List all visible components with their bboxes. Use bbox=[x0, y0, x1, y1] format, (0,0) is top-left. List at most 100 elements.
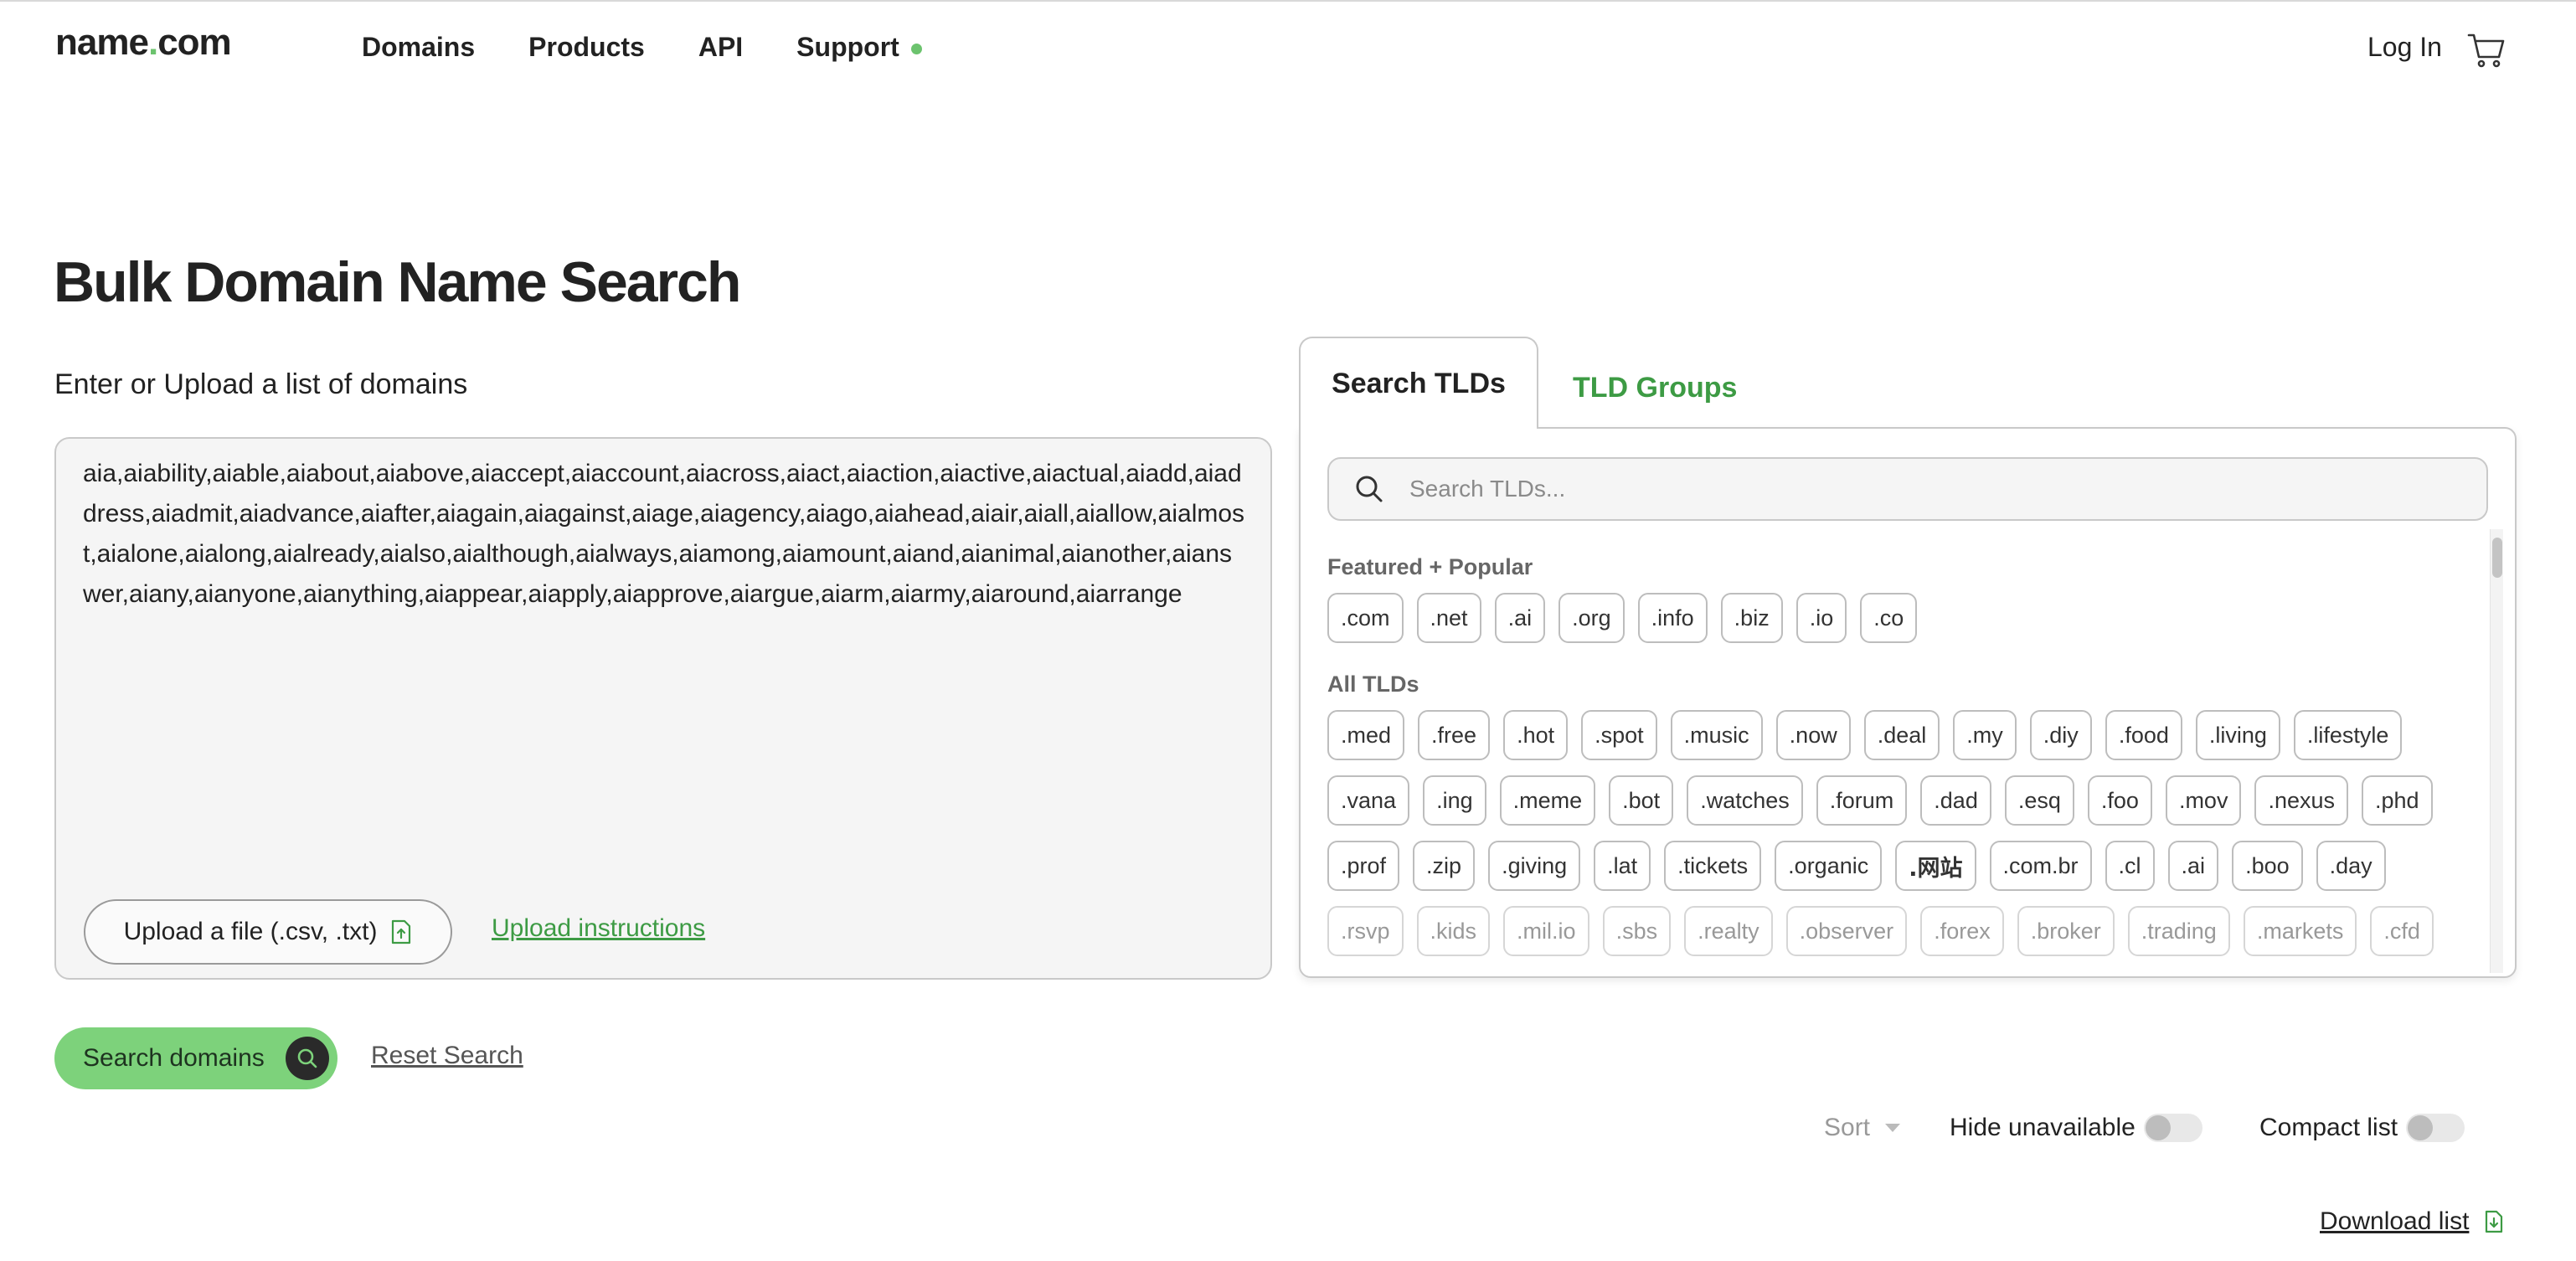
download-icon bbox=[2486, 1210, 2503, 1233]
tld-search-input[interactable] bbox=[1409, 476, 2414, 502]
tld-chip[interactable]: .trading bbox=[2127, 906, 2230, 956]
sort-dropdown[interactable]: Sort bbox=[1824, 1114, 1901, 1142]
tld-chip[interactable]: .kids bbox=[1416, 906, 1491, 956]
upload-icon bbox=[392, 919, 411, 944]
tld-chip[interactable]: .deal bbox=[1863, 710, 1940, 760]
tld-chip[interactable]: .markets bbox=[2243, 906, 2357, 956]
domain-list-text[interactable]: aia,aiability,aiable,aiabout,aiabove,aia… bbox=[83, 454, 1249, 615]
all-tlds-label: All TLDs bbox=[1327, 672, 1419, 697]
tld-chip[interactable]: .bot bbox=[1609, 775, 1674, 826]
tld-chip[interactable]: .io bbox=[1795, 593, 1847, 643]
tld-chip[interactable]: .realty bbox=[1684, 906, 1773, 956]
tld-chip[interactable]: .watches bbox=[1687, 775, 1803, 826]
tld-chip[interactable]: .ai bbox=[2167, 841, 2219, 891]
nav-domains[interactable]: Domains bbox=[362, 32, 475, 63]
compact-list-label: Compact list bbox=[2259, 1114, 2398, 1141]
tld-chip[interactable]: .ing bbox=[1423, 775, 1486, 826]
chevron-down-icon bbox=[1885, 1124, 1901, 1132]
tld-chip[interactable]: .diy bbox=[2029, 710, 2092, 760]
page-title: Bulk Domain Name Search bbox=[54, 250, 741, 314]
tld-chip[interactable]: .sbs bbox=[1602, 906, 1672, 956]
reset-search-link[interactable]: Reset Search bbox=[371, 1042, 523, 1070]
tld-chip[interactable]: .info bbox=[1637, 593, 1708, 643]
compact-list-toggle[interactable] bbox=[2406, 1114, 2465, 1142]
download-list-link[interactable]: Download list bbox=[2320, 1207, 2504, 1236]
tld-chip[interactable]: .网站 bbox=[1895, 841, 1976, 891]
hide-unavailable-toggle[interactable] bbox=[2143, 1114, 2202, 1142]
tld-chip[interactable]: .prof bbox=[1327, 841, 1400, 891]
tab-search-tlds[interactable]: Search TLDs bbox=[1299, 337, 1538, 429]
search-domains-label: Search domains bbox=[83, 1044, 265, 1072]
tld-chip[interactable]: .org bbox=[1558, 593, 1625, 643]
nav-support[interactable]: Support bbox=[796, 32, 922, 63]
tld-chip[interactable]: .food bbox=[2105, 710, 2182, 760]
toggle-knob bbox=[2408, 1115, 2434, 1140]
tld-chip[interactable]: .free bbox=[1418, 710, 1491, 760]
search-icon bbox=[1356, 476, 1383, 502]
tld-chip[interactable]: .mil.io bbox=[1503, 906, 1589, 956]
toggle-knob bbox=[2145, 1115, 2171, 1140]
tld-chip[interactable]: .living bbox=[2195, 710, 2280, 760]
scrollbar-thumb[interactable] bbox=[2492, 538, 2502, 578]
tld-chip[interactable]: .co bbox=[1860, 593, 1918, 643]
tld-chip[interactable]: .hot bbox=[1503, 710, 1569, 760]
domain-input-label: Enter or Upload a list of domains bbox=[54, 368, 468, 400]
tld-list-scrollbar[interactable] bbox=[2490, 529, 2503, 973]
upload-file-label: Upload a file (.csv, .txt) bbox=[123, 918, 378, 945]
tld-chip[interactable]: .vana bbox=[1327, 775, 1410, 826]
tld-chip[interactable]: .com.br bbox=[1989, 841, 2092, 891]
compact-list-control: Compact list bbox=[2259, 1114, 2465, 1142]
tld-chip[interactable]: .cfd bbox=[2370, 906, 2434, 956]
tld-chip[interactable]: .spot bbox=[1581, 710, 1657, 760]
tld-chip[interactable]: .giving bbox=[1488, 841, 1581, 891]
tld-chip[interactable]: .nexus bbox=[2254, 775, 2349, 826]
tld-chip[interactable]: .com bbox=[1327, 593, 1404, 643]
login-link[interactable]: Log In bbox=[2367, 32, 2442, 63]
tld-chip[interactable]: .observer bbox=[1785, 906, 1908, 956]
tld-chip[interactable]: .forex bbox=[1920, 906, 2004, 956]
main-nav: Domains Products API Support bbox=[362, 32, 922, 63]
tld-chip[interactable]: .tickets bbox=[1664, 841, 1762, 891]
tld-chip[interactable]: .broker bbox=[2017, 906, 2115, 956]
upload-instructions-link[interactable]: Upload instructions bbox=[492, 914, 705, 943]
tld-chip[interactable]: .esq bbox=[2004, 775, 2074, 826]
tld-chip[interactable]: .med bbox=[1327, 710, 1405, 760]
tld-chip[interactable]: .foo bbox=[2087, 775, 2152, 826]
site-header: name.com Domains Products API Support Lo… bbox=[0, 0, 2576, 97]
hide-unavailable-control: Hide unavailable bbox=[1950, 1114, 2202, 1142]
tld-panel: Featured + Popular .com .net .ai .org .i… bbox=[1299, 427, 2517, 978]
tld-chip[interactable]: .lat bbox=[1594, 841, 1651, 891]
tld-chip[interactable]: .cl bbox=[2105, 841, 2155, 891]
tld-chip[interactable]: .net bbox=[1416, 593, 1481, 643]
all-tld-list: .med .free .hot .spot .music .now .deal … bbox=[1327, 710, 2475, 956]
support-status-dot bbox=[910, 44, 922, 54]
nav-products[interactable]: Products bbox=[528, 32, 645, 63]
tld-chip[interactable]: .day bbox=[2316, 841, 2386, 891]
tld-chip[interactable]: .meme bbox=[1499, 775, 1596, 826]
sort-label: Sort bbox=[1824, 1114, 1871, 1141]
tld-chip[interactable]: .rsvp bbox=[1327, 906, 1404, 956]
cart-icon[interactable] bbox=[2467, 32, 2506, 69]
tld-chip[interactable]: .ai bbox=[1494, 593, 1546, 643]
tld-chip[interactable]: .organic bbox=[1775, 841, 1883, 891]
site-logo[interactable]: name.com bbox=[55, 22, 232, 64]
tld-chip[interactable]: .my bbox=[1953, 710, 2017, 760]
tab-tld-groups[interactable]: TLD Groups bbox=[1573, 372, 1737, 404]
tld-chip[interactable]: .lifestyle bbox=[2293, 710, 2403, 760]
tld-chip[interactable]: .music bbox=[1670, 710, 1763, 760]
nav-api[interactable]: API bbox=[698, 32, 743, 63]
featured-tld-list: .com .net .ai .org .info .biz .io .co bbox=[1327, 593, 2475, 643]
featured-tlds-label: Featured + Popular bbox=[1327, 554, 1533, 579]
tld-chip[interactable]: .dad bbox=[1920, 775, 1991, 826]
tld-chip[interactable]: .forum bbox=[1816, 775, 1908, 826]
tld-chip[interactable]: .biz bbox=[1720, 593, 1783, 643]
tld-chip[interactable]: .phd bbox=[2362, 775, 2433, 826]
upload-file-button[interactable]: Upload a file (.csv, .txt) bbox=[84, 899, 452, 965]
tld-chip[interactable]: .mov bbox=[2165, 775, 2242, 826]
tld-search-box bbox=[1327, 457, 2488, 521]
tld-chip[interactable]: .boo bbox=[2232, 841, 2303, 891]
tld-chip[interactable]: .zip bbox=[1413, 841, 1476, 891]
tld-chip[interactable]: .now bbox=[1775, 710, 1851, 760]
domain-list-textarea[interactable]: aia,aiability,aiable,aiabout,aiabove,aia… bbox=[54, 437, 1272, 980]
search-domains-button[interactable]: Search domains bbox=[54, 1027, 337, 1089]
